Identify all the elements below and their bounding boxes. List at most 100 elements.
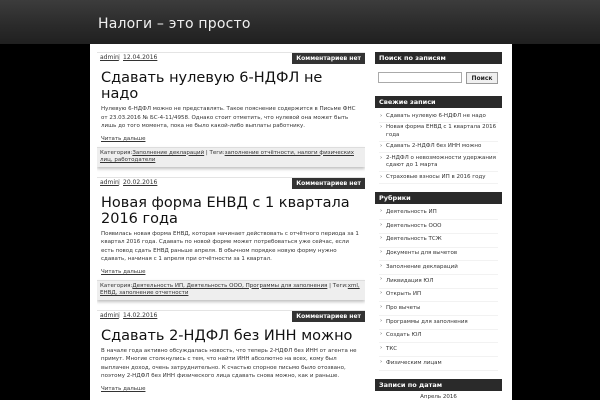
list-item[interactable]: › Сдавать нулевую 6-НДФЛ не надо (379, 111, 498, 123)
rubric-link[interactable]: Программы для заполнения (386, 319, 468, 325)
post-title-link[interactable]: Сдавать нулевую 6-НДФЛ не надо (97, 65, 365, 102)
rubrics-list: › Деятельность ИП › Деятельность ООО › Деят… (375, 204, 502, 371)
bullet-icon: › (380, 249, 383, 256)
meta-separator: | (118, 54, 121, 61)
post-date-link[interactable]: 20.02.2016 (123, 179, 157, 186)
list-item[interactable]: › 2-НДФЛ о невозможности удержания сдают … (379, 153, 498, 172)
post-title-link[interactable]: Сдавать 2-НДФЛ без ИНН можно (97, 323, 365, 344)
post-comments-link[interactable]: Комментариев нет (292, 177, 365, 189)
bullet-icon: › (380, 344, 383, 351)
post-author-link[interactable]: admin (100, 312, 119, 319)
widget-title: Поиск по записям (375, 52, 502, 64)
category-label: Категория: (100, 149, 133, 156)
bullet-icon: › (380, 112, 383, 119)
post-title-link[interactable]: Новая форма ЕНВД с 1 квартала 2016 года (97, 190, 365, 227)
recent-post-link[interactable]: 2-НДФЛ о невозможности удержания сдают д… (386, 155, 496, 169)
site-title[interactable]: Налоги – это просто (98, 16, 251, 32)
rubric-link[interactable]: Создать ЮЛ (386, 332, 422, 338)
rubric-link[interactable]: Про вычеты (386, 305, 421, 311)
read-more-link[interactable]: Читать дальше (97, 264, 365, 275)
search-input[interactable] (378, 72, 462, 83)
read-more-link[interactable]: Читать дальше (97, 131, 365, 142)
post-meta: admin | 20.02.2016 Комментариев нет (97, 177, 365, 190)
recent-post-link[interactable]: Сдавать нулевую 6-НДФЛ не надо (386, 113, 486, 119)
list-item[interactable]: › ТКС (379, 343, 498, 358)
rubric-link[interactable]: Деятельность ООО (386, 223, 442, 229)
list-item[interactable]: › Сдавать 2-НДФЛ без ИНН можно (379, 142, 498, 153)
bullet-icon: › (380, 235, 383, 242)
bullet-icon: › (380, 221, 383, 228)
list-item[interactable]: › Физическим лицам (379, 357, 498, 371)
rubric-link[interactable]: Деятельность ТСЖ (386, 236, 442, 242)
bullet-icon: › (380, 303, 383, 310)
post: admin | 12.04.2016 Комментариев нет Сдав… (97, 52, 365, 167)
widget-title: Рубрики (375, 191, 502, 204)
bullet-icon: › (380, 276, 383, 283)
post-excerpt: Появилась новая форма ЕНВД, которая начи… (101, 230, 359, 263)
category-link[interactable]: Заполнение деклараций (132, 150, 204, 156)
rubric-link[interactable]: Открыть ИП (386, 291, 421, 297)
recent-post-link[interactable]: Новая форма ЕНВД с 1 квартала 2016 года (386, 124, 496, 138)
post-comments-link[interactable]: Комментариев нет (292, 310, 365, 322)
bullet-icon: › (380, 358, 383, 365)
bullet-icon: › (380, 154, 383, 161)
post: admin | 20.02.2016 Комментариев нет Нова… (97, 176, 365, 300)
post-excerpt: В начале года активно обсуждалась новост… (101, 347, 357, 380)
list-item[interactable]: › Деятельность ИП (379, 207, 498, 221)
post-author-link[interactable]: admin (100, 179, 119, 186)
post-comments-link[interactable]: Комментариев нет (292, 53, 365, 64)
recent-post-link[interactable]: Страховые взносы ИП в 2016 году (386, 174, 486, 180)
list-item[interactable]: › Про вычеты (379, 302, 498, 316)
list-item[interactable]: › Страховые взносы ИП в 2016 году (379, 172, 498, 184)
posts-column: admin | 12.04.2016 Комментариев нет Сдав… (97, 52, 365, 400)
post-meta: admin | 12.04.2016 Комментариев нет (97, 53, 365, 65)
bullet-icon: › (380, 317, 383, 324)
bullet-icon: › (380, 208, 383, 214)
meta-separator: | (118, 178, 121, 186)
list-item[interactable]: › Создать ЮЛ (379, 330, 498, 344)
widget-title: Записи по датам (375, 378, 502, 391)
post-footer: Категория:Заполнение деклараций | Теги:з… (97, 146, 365, 167)
list-item[interactable]: › Ликвидация ЮЛ (379, 275, 498, 289)
rubric-link[interactable]: Ликвидация ЮЛ (386, 278, 433, 284)
tags-label: | Теги: (205, 149, 225, 156)
category-link[interactable]: Деятельность ИП, Деятельность ООО, Прогр… (132, 283, 327, 289)
category-label: Категория: (100, 282, 133, 289)
rubric-link[interactable]: Заполнение деклараций (386, 264, 458, 270)
list-item[interactable]: › Заполнение деклараций (379, 261, 498, 275)
bullet-icon: › (380, 290, 383, 297)
bullet-icon: › (380, 262, 383, 269)
list-item[interactable]: › Открыть ИП (379, 289, 498, 303)
recent-post-link[interactable]: Сдавать 2-НДФЛ без ИНН можно (386, 143, 481, 149)
post-date-link[interactable]: 14.02.2016 (123, 312, 157, 319)
post-excerpt: Нулевую 6-НДФЛ можно не представлять. Та… (101, 106, 356, 129)
post-date-link[interactable]: 12.04.2016 (123, 54, 157, 61)
rubric-link[interactable]: Деятельность ИП (386, 209, 437, 215)
list-item[interactable]: › Деятельность ООО (379, 220, 498, 234)
bullet-icon: › (380, 143, 383, 149)
search-form: Поиск (375, 64, 502, 88)
rubric-link[interactable]: Физическим лицам (386, 360, 442, 366)
bullet-icon: › (380, 124, 383, 130)
post-footer: Категория:Деятельность ИП, Деятельность … (97, 279, 365, 300)
read-more-link[interactable]: Читать дальше (97, 381, 365, 392)
post-author-link[interactable]: admin (100, 54, 119, 61)
post: admin | 14.02.2016 Комментариев нет Сдав… (97, 309, 365, 392)
list-item[interactable]: › Документы для вычетов (379, 248, 498, 262)
archive-widget: Записи по датам Апрель 2016 Пн Вт Ср Чт … (375, 378, 502, 400)
bullet-icon: › (380, 173, 383, 180)
rubric-link[interactable]: ТКС (386, 346, 397, 352)
bullet-icon: › (380, 331, 383, 338)
post-meta: admin | 14.02.2016 Комментариев нет (97, 310, 365, 323)
rubric-link[interactable]: Документы для вычетов (386, 250, 457, 256)
list-item[interactable]: › Деятельность ТСЖ (379, 234, 498, 248)
calendar-caption: Апрель 2016 (420, 393, 457, 400)
list-item[interactable]: › Программы для заполнения (379, 316, 498, 330)
meta-separator: | (118, 311, 121, 319)
widget-title: Свежие записи (375, 96, 502, 108)
list-item[interactable]: › Новая форма ЕНВД с 1 квартала 2016 года (379, 123, 498, 142)
search-button[interactable]: Поиск (466, 72, 498, 84)
recent-posts-widget: Свежие записи › Сдавать нулевую 6-НДФЛ не… (375, 96, 502, 184)
tags-label: | Теги: (329, 282, 348, 289)
recent-posts-list: › Сдавать нулевую 6-НДФЛ не надо › Новая ф… (375, 108, 502, 184)
